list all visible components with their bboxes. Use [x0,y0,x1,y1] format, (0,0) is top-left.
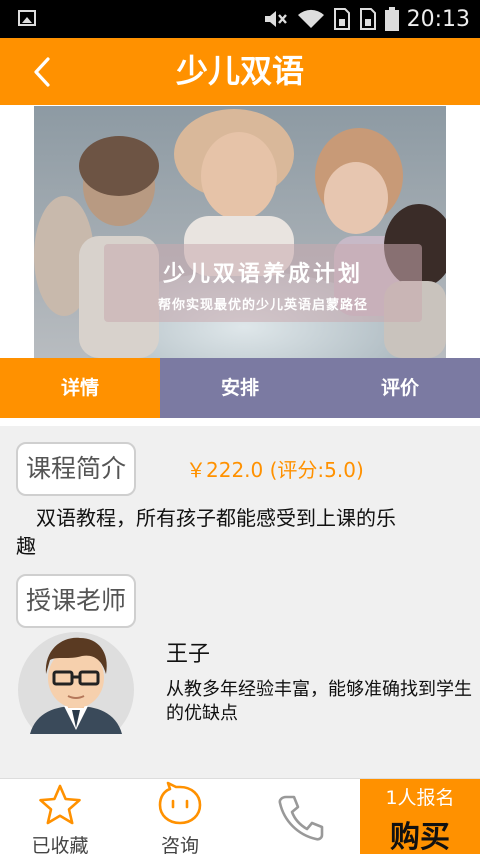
consult-button[interactable]: 咨询 [120,779,240,854]
course-banner[interactable]: 少儿双语养成计划 帮你实现最优的少儿英语启蒙路径 [34,106,446,358]
course-content: 课程简介 ￥222.0 (评分:5.0) 双语教程，所有孩子都能感受到上课的乐趣… [0,426,480,778]
phone-button[interactable] [240,779,360,854]
teacher-name: 王子 [166,642,211,667]
tab-details[interactable]: 详情 [0,358,160,418]
banner-title: 少儿双语养成计划 [162,261,363,287]
buy-button[interactable]: 1人报名 购买 [360,779,480,854]
course-price: ￥222.0 [186,458,264,482]
back-button[interactable] [20,52,64,92]
favorite-label: 已收藏 [31,835,89,854]
wifi-icon [297,9,324,28]
banner-subtitle: 帮你实现最优的少儿英语启蒙路径 [157,298,368,313]
chevron-left-icon [34,57,50,87]
enroll-count: 1人报名 [385,787,455,809]
course-description: 双语教程，所有孩子都能感受到上课的乐趣 [16,506,396,558]
tab-schedule[interactable]: 安排 [160,358,320,418]
phone-icon [278,795,324,841]
status-bar: 20:13 [0,0,480,38]
status-time: 20:13 [406,6,470,32]
sim2-icon [359,8,376,30]
divider [0,418,480,426]
mute-icon [264,11,287,27]
teacher-avatar-illustration [18,632,134,734]
status-icons: 20:13 [263,0,470,38]
app-header: 少儿双语 [0,38,480,105]
consult-label: 咨询 [160,835,199,854]
teacher-label: 授课老师 [16,574,137,628]
chat-face-icon [158,781,202,825]
detail-tabs: 详情 安排 评价 [0,358,480,418]
banner-caption: 少儿双语养成计划 帮你实现最优的少儿英语启蒙路径 [104,244,422,322]
sim1-icon [333,8,350,30]
course-rating: (评分:5.0) [269,458,364,482]
image-icon [18,10,36,26]
bottom-action-bar: 已收藏 咨询 1人报名 购买 [0,778,480,854]
price-rating: ￥222.0 (评分:5.0) [186,454,364,483]
battery-icon [384,7,399,31]
teacher-avatar [16,630,136,734]
star-icon [39,784,81,825]
course-intro-label: 课程简介 [16,442,137,496]
tab-reviews[interactable]: 评价 [320,358,480,418]
teacher-description: 从教多年经验丰富，能够准确找到学生的优缺点 [166,679,472,724]
favorite-button[interactable]: 已收藏 [0,779,120,854]
page-title: 少儿双语 [175,52,304,90]
buy-label: 购买 [390,820,450,854]
